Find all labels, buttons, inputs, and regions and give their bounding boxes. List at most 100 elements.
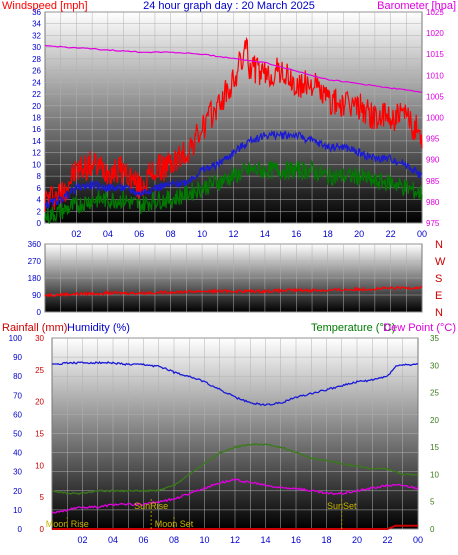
temperature-tick: 20 [430, 416, 439, 425]
windspeed-tick: 8 [37, 172, 42, 181]
astro-event-label: Moon Rise [46, 519, 89, 529]
rainfall-tick: 20 [35, 398, 44, 407]
temperature-hour-tick-labels: 02 04 06 08 10 12 14 16 18 20 22 00 [77, 535, 423, 545]
humidity-tick: 90 [13, 353, 22, 362]
temperature-tick: 15 [430, 443, 439, 452]
compass-tick: S [435, 273, 442, 285]
hour-tick: 04 [108, 535, 118, 545]
temperature-tick-labels: 0 5 10 15 20 25 30 35 [430, 334, 439, 534]
humidity-tick-labels: 0 10 20 30 40 50 60 70 80 90 100 [9, 334, 23, 534]
direction-tick: 0 [37, 308, 42, 317]
hour-tick: 20 [354, 229, 364, 239]
hour-tick: 14 [260, 535, 270, 545]
barometer-tick-labels: 975 980 985 990 995 1000 1005 1010 1015 1020 1025 [426, 8, 444, 228]
barometer-tick: 980 [426, 198, 440, 207]
rainfall-tick: 0 [40, 525, 45, 534]
humidity-tick: 100 [9, 334, 23, 343]
windspeed-tick: 36 [32, 8, 41, 17]
rainfall-tick-labels: 0 5 10 15 20 25 30 [35, 334, 44, 534]
windspeed-tick: 26 [32, 67, 41, 76]
temperature-tick: 30 [430, 361, 439, 370]
compass-labels: NWSEN [435, 239, 446, 319]
hour-tick: 08 [166, 229, 176, 239]
hour-tick: 06 [134, 229, 144, 239]
hour-tick: 12 [230, 535, 240, 545]
windspeed-tick: 28 [32, 55, 41, 64]
windspeed-tick: 14 [32, 137, 41, 146]
hour-tick: 18 [321, 535, 331, 545]
windspeed-tick-labels: 024681012141618202224262830323436 [32, 8, 41, 228]
hour-tick: 16 [291, 535, 301, 545]
rainfall-tick: 10 [35, 461, 44, 470]
hour-tick: 22 [382, 535, 392, 545]
windspeed-tick: 18 [32, 114, 41, 123]
hour-tick: 02 [77, 535, 87, 545]
hour-tick: 08 [169, 535, 179, 545]
compass-tick: N [435, 239, 443, 251]
windspeed-tick: 12 [32, 149, 41, 158]
rainfall-tick: 5 [40, 493, 45, 502]
humidity-tick: 80 [13, 372, 22, 381]
windspeed-tick: 30 [32, 43, 41, 52]
humidity-tick: 50 [13, 430, 22, 439]
barometer-tick: 1005 [426, 92, 444, 101]
windspeed-tick: 34 [32, 20, 41, 29]
temperature-tick: 5 [430, 498, 435, 507]
hour-tick: 10 [197, 229, 207, 239]
humidity-tick: 60 [13, 410, 22, 419]
humidity-tick: 30 [13, 468, 22, 477]
windspeed-tick: 20 [32, 102, 41, 111]
windspeed-tick: 24 [32, 78, 41, 87]
hour-tick: 18 [323, 229, 333, 239]
direction-tick: 270 [28, 257, 42, 266]
direction-tick: 360 [28, 240, 42, 249]
direction-tick: 180 [28, 274, 42, 283]
chart-title: 24 hour graph day : 20 March 2025 [143, 0, 315, 12]
hour-tick: 06 [138, 535, 148, 545]
barometer-tick: 1000 [426, 114, 444, 123]
windspeed-tick: 32 [32, 31, 41, 40]
temperature-tick: 35 [430, 334, 439, 343]
windspeed-tick: 6 [37, 184, 42, 193]
windspeed-tick: 16 [32, 125, 41, 134]
compass-tick: E [435, 290, 442, 302]
temperature-tick: 0 [430, 525, 435, 534]
astro-event-label: Moon Set [155, 519, 194, 529]
hour-tick: 16 [291, 229, 301, 239]
barometer-tick: 1025 [426, 8, 444, 17]
barometer-tick: 1015 [426, 50, 444, 59]
temperature-tick: 25 [430, 389, 439, 398]
windspeed-axis-title: Windspeed [mph] [2, 0, 88, 12]
windspeed-tick: 2 [37, 207, 42, 216]
rainfall-tick: 30 [35, 334, 44, 343]
barometer-tick: 990 [426, 156, 440, 165]
humidity-tick: 20 [13, 487, 22, 496]
rainfall-tick: 25 [35, 366, 44, 375]
hour-tick: 22 [386, 229, 396, 239]
barometer-tick: 985 [426, 177, 440, 186]
hour-tick: 02 [71, 229, 81, 239]
hour-tick: 00 [413, 535, 423, 545]
barometer-axis-title: Barometer [hpa] [377, 0, 456, 12]
humidity-tick: 70 [13, 391, 22, 400]
hour-tick: 00 [417, 229, 427, 239]
compass-tick: W [435, 256, 446, 268]
direction-tick: 90 [32, 291, 41, 300]
windspeed-tick: 4 [37, 196, 42, 205]
humidity-tick: 40 [13, 449, 22, 458]
windspeed-tick: 22 [32, 90, 41, 99]
astro-event-label: SunSet [327, 501, 357, 511]
hour-tick: 04 [103, 229, 113, 239]
compass-tick: N [435, 307, 443, 319]
astro-event-label: SunRise [134, 501, 168, 511]
barometer-tick: 995 [426, 135, 440, 144]
temperature-tick: 10 [430, 470, 439, 479]
humidity-tick: 0 [18, 525, 23, 534]
weather-graph-canvas: Windspeed [mph] 24 hour graph day : 20 M… [2, 0, 456, 545]
hour-tick: 12 [228, 229, 238, 239]
rainfall-tick: 15 [35, 430, 44, 439]
barometer-tick: 1020 [426, 29, 444, 38]
dewpoint-axis-title: Dew Point (°C) [383, 322, 456, 334]
barometer-tick: 975 [426, 219, 440, 228]
hour-tick: 10 [199, 535, 209, 545]
